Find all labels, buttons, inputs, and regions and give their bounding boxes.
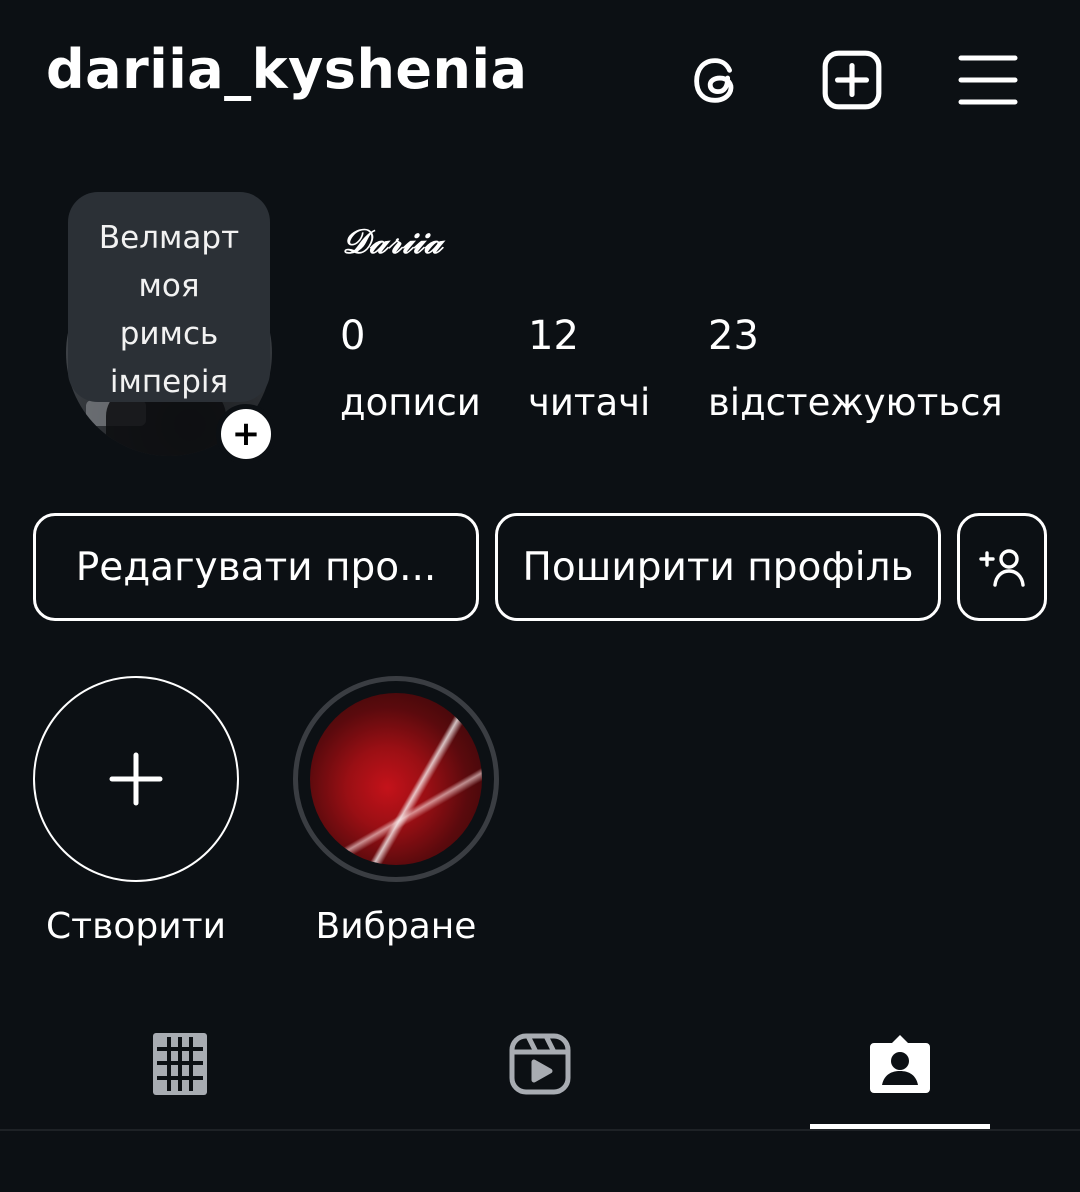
profile-header: dariia_kyshenia [0,0,1080,160]
highlight-label: Вибране [315,906,477,947]
threads-icon[interactable] [682,46,750,114]
divider [0,1129,1080,1131]
following-label: відстежуються [708,381,1003,424]
highlight-new-circle [33,676,239,882]
following-count: 23 [708,313,759,359]
note-line: Велмарт [98,220,240,256]
tab-reels[interactable] [360,1000,720,1128]
profile-tabs [0,1000,1080,1130]
note-bubble[interactable]: Велмарт моя римсь імперія [68,192,270,402]
reels-icon [509,1033,571,1095]
display-name: 𝒟𝒶𝓇𝒾𝒾𝒶 [342,222,443,262]
highlight-label: Створити [46,906,226,947]
stat-following[interactable]: 23 відстежуються [708,308,1003,428]
highlight-favorites-circle [293,676,499,882]
stat-posts[interactable]: 0 дописи [340,308,481,428]
note-line: імперія [109,364,229,400]
posts-label: дописи [340,381,481,424]
tab-posts-grid[interactable] [0,1000,360,1128]
stat-followers[interactable]: 12 читачі [528,308,650,428]
highlight-new[interactable]: Створити [31,676,241,947]
highlight-cover-image [310,693,482,865]
discover-people-button[interactable] [957,513,1047,621]
create-plus-icon[interactable] [818,46,886,114]
posts-count: 0 [340,313,366,359]
tab-tagged[interactable] [720,1000,1080,1128]
share-profile-button[interactable]: Поширити профіль [495,513,941,621]
add-person-icon [979,549,1025,587]
add-story-plus-icon[interactable]: + [216,404,276,464]
note-line: моя [138,268,200,304]
highlight-favorites[interactable]: Вибране [291,676,501,947]
menu-icon[interactable] [954,46,1022,114]
note-line: римсь [119,316,219,352]
edit-profile-button[interactable]: Редагувати про... [33,513,479,621]
plus-icon [109,752,163,806]
username[interactable]: dariia_kyshenia [46,38,527,101]
grid-icon [153,1033,207,1095]
followers-count: 12 [528,313,579,359]
tagged-icon [870,1035,930,1093]
followers-label: читачі [528,381,651,424]
